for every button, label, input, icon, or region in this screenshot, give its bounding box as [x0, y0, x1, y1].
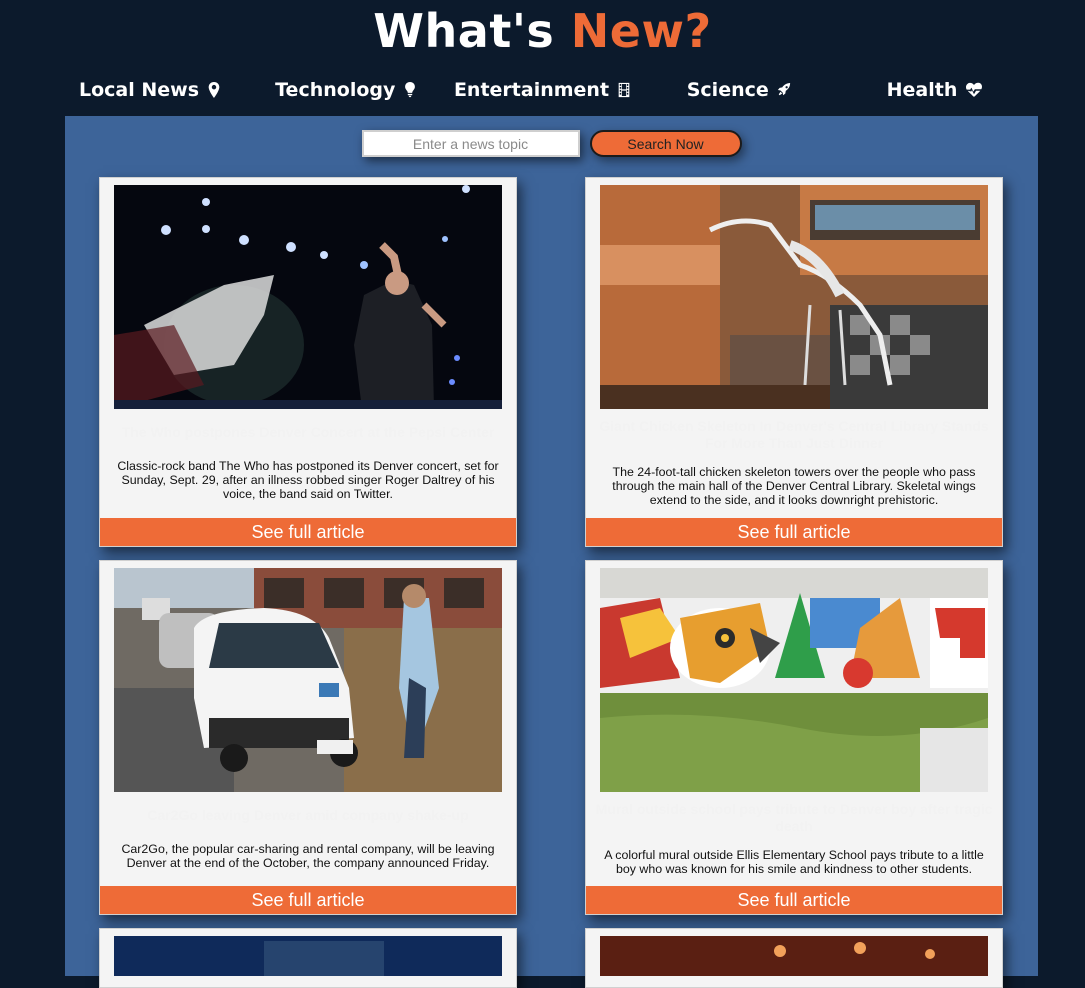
search-bar: Search Now	[65, 130, 1038, 157]
article-card	[99, 928, 517, 988]
article-description: A colorful mural outside Ellis Elementar…	[604, 848, 984, 876]
rocket-icon	[777, 83, 790, 96]
article-image	[114, 936, 502, 976]
heartbeat-icon	[966, 82, 983, 97]
article-image	[600, 185, 988, 409]
nav-item-health[interactable]: Health	[845, 79, 1025, 101]
article-headline: Giant Chicken Skeleton In Denver's Centr…	[599, 418, 989, 451]
category-nav: Local News Technology Entertainment Scie…	[0, 62, 1085, 118]
article-photo	[114, 936, 502, 976]
mural-photo	[600, 568, 988, 792]
article-card: Car2Go leaving Denver amid company shake…	[99, 560, 517, 915]
lightbulb-icon	[405, 82, 416, 98]
see-full-article-button[interactable]: See full article	[100, 518, 516, 546]
title-prefix: What's	[373, 4, 555, 58]
article-image	[600, 568, 988, 792]
page-title: What's New?	[373, 4, 711, 58]
article-card: The Who postpones Denver Concert at the …	[99, 177, 517, 547]
see-full-article-button[interactable]: See full article	[586, 886, 1002, 914]
article-description: Classic-rock band The Who has postponed …	[117, 459, 499, 501]
concert-photo	[114, 185, 502, 409]
see-full-article-button[interactable]: See full article	[586, 518, 1002, 546]
page-header: What's New?	[0, 0, 1085, 62]
nav-item-label: Health	[886, 79, 958, 101]
nav-item-science[interactable]: Science	[649, 79, 829, 101]
article-image	[114, 185, 502, 409]
nav-item-label: Science	[686, 79, 769, 101]
article-headline: Mural outside school pays tribute to Den…	[595, 801, 993, 834]
article-description: Car2Go, the popular car-sharing and rent…	[121, 842, 495, 870]
film-icon	[618, 82, 630, 98]
article-image	[114, 568, 502, 792]
nav-item-technology[interactable]: Technology	[256, 79, 436, 101]
nav-item-local-news[interactable]: Local News	[60, 79, 240, 101]
article-headline: Car2Go leaving Denver amid company shake…	[147, 807, 469, 823]
nav-item-label: Local News	[78, 79, 200, 101]
search-input[interactable]	[361, 130, 580, 157]
nav-item-entertainment[interactable]: Entertainment	[453, 79, 633, 101]
article-image	[600, 936, 988, 976]
nav-item-label: Technology	[275, 79, 396, 101]
library-skeleton-photo	[600, 185, 988, 409]
article-card	[585, 928, 1003, 988]
article-headline: The Who postpones Denver Concert at the …	[121, 424, 495, 440]
map-pin-icon	[208, 82, 220, 98]
news-panel: Search Now The Who postpone	[65, 116, 1038, 988]
article-card: Mural outside school pays tribute to Den…	[585, 560, 1003, 915]
see-full-article-button[interactable]: See full article	[100, 886, 516, 914]
article-photo	[600, 936, 988, 976]
article-card: Giant Chicken Skeleton In Denver's Centr…	[585, 177, 1003, 547]
search-button[interactable]: Search Now	[589, 130, 742, 157]
nav-item-label: Entertainment	[453, 79, 610, 101]
car2go-photo	[114, 568, 502, 792]
title-accent: New?	[570, 4, 712, 58]
article-description: The 24-foot-tall chicken skeleton towers…	[612, 465, 976, 507]
